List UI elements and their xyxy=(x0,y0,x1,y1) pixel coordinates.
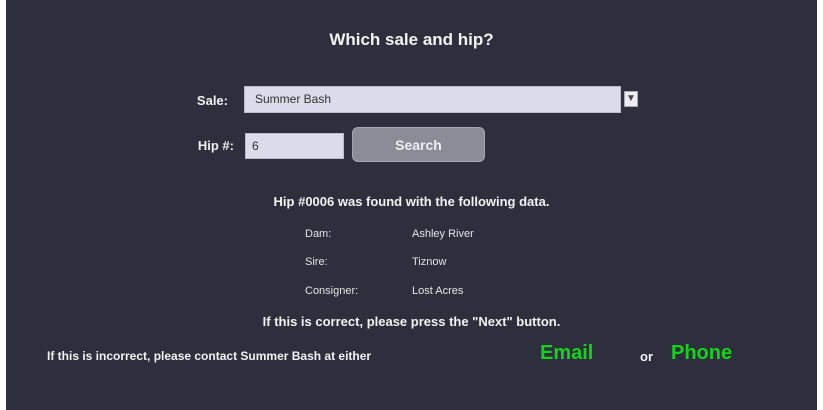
page-title: Which sale and hip? xyxy=(329,30,494,49)
search-button[interactable]: Search xyxy=(352,127,485,162)
consigner-value: Lost Acres xyxy=(412,285,464,297)
phone-link[interactable]: Phone xyxy=(671,342,732,365)
sire-label: Sire: xyxy=(305,256,328,268)
hip-label: Hip #: xyxy=(197,138,234,153)
confirm-message: If this is correct, please press the "Ne… xyxy=(262,314,561,329)
email-link[interactable]: Email xyxy=(540,342,593,365)
dam-label: Dam: xyxy=(305,228,332,240)
sale-label: Sale: xyxy=(196,93,228,108)
sale-select[interactable]: Summer Bash xyxy=(244,86,621,113)
dam-value: Ashley River xyxy=(412,228,474,240)
contact-message: If this is incorrect, please contact Sum… xyxy=(47,349,372,363)
hip-input[interactable] xyxy=(245,133,344,159)
found-message: Hip #0006 was found with the following d… xyxy=(273,194,550,209)
chevron-down-icon[interactable]: ▼ xyxy=(624,91,638,107)
or-text: or xyxy=(640,349,653,364)
consigner-label: Consigner: xyxy=(305,285,359,297)
sire-value: Tiznow xyxy=(412,256,447,268)
